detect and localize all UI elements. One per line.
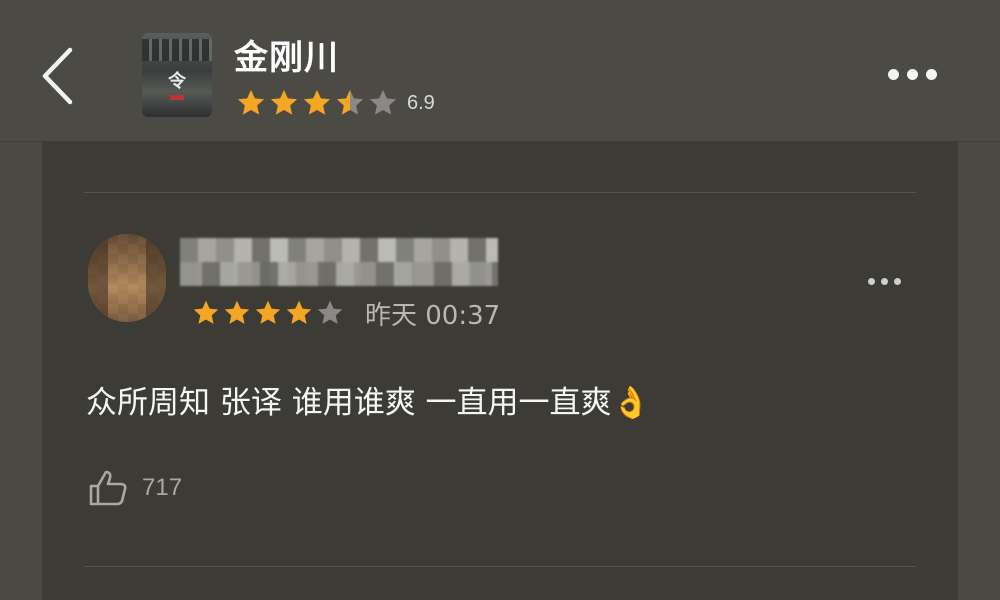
username-blurred[interactable] (180, 238, 498, 286)
comment-text: 众所周知 张译 谁用谁爽 一直用一直爽👌 (86, 385, 651, 421)
star-icon (317, 300, 343, 324)
like-button[interactable]: 717 (88, 468, 182, 508)
star-icon (336, 89, 364, 115)
star-icon (255, 300, 281, 324)
star-icon (303, 89, 331, 115)
star-icon (369, 89, 397, 115)
avatar[interactable] (88, 234, 166, 322)
more-options-button[interactable] (878, 58, 946, 90)
movie-rating-stars (236, 88, 401, 118)
divider (84, 192, 916, 193)
comment-card (42, 142, 958, 600)
comment-rating: 昨天 00:37 (192, 298, 500, 331)
star-icon (193, 300, 219, 324)
comment-rating-stars (192, 299, 347, 327)
page-title: 金刚川 (234, 38, 339, 78)
comment-time: 昨天 00:37 (365, 300, 501, 331)
comment-more-button[interactable] (856, 268, 912, 294)
star-icon (270, 89, 298, 115)
divider (84, 566, 916, 567)
top-bar: 令 金刚川 6.9 (0, 0, 1000, 142)
chevron-left-icon (42, 47, 73, 105)
like-count: 717 (142, 474, 183, 501)
back-button[interactable] (32, 44, 82, 108)
star-icon (286, 300, 312, 324)
movie-poster[interactable]: 令 (142, 33, 212, 117)
star-icon (224, 300, 250, 324)
star-icon (237, 89, 265, 115)
rating-value: 6.9 (407, 91, 435, 114)
more-horizontal-icon (887, 68, 899, 80)
movie-rating: 6.9 (236, 88, 435, 118)
thumbs-up-icon (89, 470, 127, 506)
more-horizontal-icon (867, 277, 875, 285)
